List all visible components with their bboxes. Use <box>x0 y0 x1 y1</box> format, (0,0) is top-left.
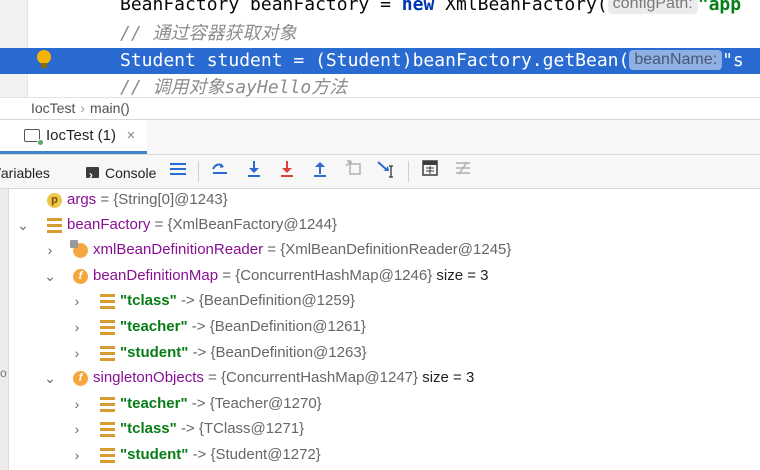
var-value: -> {BeanDefinition@1261} <box>191 318 366 335</box>
var-name: xmlBeanDefinitionReader <box>93 241 264 258</box>
code-text: BeanFactory beanFactory = <box>120 0 402 15</box>
map-entry-icon <box>100 346 115 361</box>
var-name: singletonObjects <box>93 369 204 386</box>
chevron-right-icon[interactable]: › <box>71 442 83 468</box>
var-size: size = 3 <box>422 369 475 386</box>
map-entry-icon <box>100 448 115 463</box>
chevron-down-icon[interactable]: ⌄ <box>17 212 29 238</box>
menu-icon[interactable] <box>167 160 189 182</box>
code-line-2[interactable]: // 通过容器获取对象 <box>0 21 760 47</box>
final-field-icon <box>70 240 88 258</box>
param-hint: configPath: <box>607 0 698 14</box>
chevron-down-icon[interactable]: ⌄ <box>44 263 56 289</box>
breadcrumb-separator: › <box>80 100 86 116</box>
code-text: XmlBeanFactory( <box>434 0 608 15</box>
debug-toolbar: /ariables Console <box>0 154 760 193</box>
map-entry-icon <box>100 320 115 335</box>
chevron-right-icon[interactable]: › <box>44 237 56 263</box>
var-value: = {XmlBeanFactory@1244} <box>154 216 337 233</box>
map-entry-icon <box>100 294 115 309</box>
var-name: beanDefinitionMap <box>93 267 219 284</box>
field-icon: f <box>73 371 88 386</box>
step-out-icon[interactable] <box>309 160 331 182</box>
local-variable-icon <box>47 218 62 233</box>
map-key: "teacher" <box>120 318 188 335</box>
var-name: beanFactory <box>67 216 151 233</box>
drop-frame-icon[interactable] <box>343 160 365 182</box>
step-over-icon[interactable] <box>243 160 265 182</box>
tab-label: IocTest (1) <box>46 127 117 144</box>
toolbar-divider <box>198 161 199 182</box>
toolbar-divider <box>408 161 409 182</box>
lightbulb-icon[interactable] <box>37 50 51 68</box>
chevron-right-icon[interactable]: › <box>71 314 83 340</box>
tab-console-label: Console <box>105 165 157 181</box>
map-entry-row[interactable]: › "student" -> {BeanDefinition@1263} <box>0 340 760 366</box>
var-value: -> {BeanDefinition@1259} <box>180 292 356 309</box>
tab-iotest-debug[interactable]: IocTest (1) × <box>0 120 148 154</box>
var-value: -> {BeanDefinition@1263} <box>192 344 367 361</box>
map-entry-row[interactable]: › "tclass" -> {TClass@1271} <box>0 416 760 442</box>
var-size: size = 3 <box>436 267 489 284</box>
code-comment: // 通过容器获取对象 <box>120 23 297 44</box>
variable-row-xmlbeandefinitionreader[interactable]: › xmlBeanDefinitionReader = {XmlBeanDefi… <box>0 237 760 263</box>
chevron-right-icon[interactable]: › <box>71 288 83 314</box>
code-editor[interactable]: BeanFactory beanFactory = new XmlBeanFac… <box>0 0 760 97</box>
map-key: "student" <box>120 344 189 361</box>
var-value: -> {Teacher@1270} <box>191 395 322 412</box>
evaluate-expression-icon[interactable] <box>419 160 441 182</box>
var-value: = {XmlBeanDefinitionReader@1245} <box>267 241 512 258</box>
string-literal: "app <box>697 0 742 15</box>
map-entry-row[interactable]: › "tclass" -> {BeanDefinition@1259} <box>0 288 760 314</box>
running-dot-icon <box>37 139 44 146</box>
param-hint: beanName: <box>629 50 723 70</box>
map-key: "tclass" <box>120 420 177 437</box>
parameter-icon: p <box>47 193 62 208</box>
chevron-right-icon[interactable]: › <box>71 340 83 366</box>
run-to-cursor-icon[interactable] <box>376 160 398 182</box>
breadcrumb-method[interactable]: main() <box>90 100 130 116</box>
map-entry-row[interactable]: › "teacher" -> {Teacher@1270} <box>0 391 760 417</box>
keyword-new: new <box>401 0 435 15</box>
field-icon: f <box>73 269 88 284</box>
trace-current-stream-icon[interactable] <box>452 160 474 182</box>
variable-row-beandefinitionmap[interactable]: ⌄ f beanDefinitionMap = {ConcurrentHashM… <box>0 263 760 289</box>
map-key: "teacher" <box>120 395 188 412</box>
map-entry-row[interactable]: › "student" -> {Student@1272} <box>0 442 760 468</box>
code-line-4[interactable]: // 调用对象sayHello方法 <box>0 75 760 97</box>
code-text: "s <box>722 50 744 71</box>
code-line-1[interactable]: BeanFactory beanFactory = new XmlBeanFac… <box>0 0 760 18</box>
var-value: -> {Student@1272} <box>192 446 321 463</box>
map-entry-icon <box>100 397 115 412</box>
var-value: = {ConcurrentHashMap@1246} <box>222 267 433 284</box>
breadcrumb-class[interactable]: IocTest <box>31 100 75 116</box>
code-line-3-current[interactable]: Student student = (Student)beanFactory.g… <box>0 48 760 74</box>
map-entry-row[interactable]: › "teacher" -> {BeanDefinition@1261} <box>0 314 760 340</box>
variable-row-beanfactory[interactable]: ⌄ beanFactory = {XmlBeanFactory@1244} <box>0 212 760 238</box>
chevron-right-icon[interactable]: › <box>71 391 83 417</box>
var-name: args <box>67 191 97 208</box>
breadcrumb: IocTest › main() <box>0 97 760 119</box>
tab-console[interactable]: Console <box>86 155 157 193</box>
variable-row-args[interactable]: p args = {String[0]@1243} <box>0 189 760 213</box>
map-key: "student" <box>120 446 189 463</box>
chevron-down-icon[interactable]: ⌄ <box>44 365 56 391</box>
variables-tree[interactable]: o p args = {String[0]@1243} ⌄ beanFactor… <box>0 189 760 470</box>
code-comment: // 调用对象sayHello方法 <box>120 77 348 97</box>
debug-tab-bar: IocTest (1) × <box>0 119 760 154</box>
var-value: -> {TClass@1271} <box>180 420 305 437</box>
var-value: = {ConcurrentHashMap@1247} <box>208 369 419 386</box>
var-value: = {String[0]@1243} <box>100 191 228 208</box>
close-icon[interactable]: × <box>126 120 135 152</box>
map-entry-icon <box>100 422 115 437</box>
console-icon <box>86 157 99 193</box>
code-text: Student student = (Student)beanFactory.g… <box>120 50 630 71</box>
chevron-right-icon[interactable]: › <box>71 416 83 442</box>
step-into-icon[interactable] <box>276 160 298 182</box>
show-execution-point-icon[interactable] <box>209 160 231 182</box>
tab-variables[interactable]: /ariables <box>0 155 50 188</box>
variable-row-singletonobjects[interactable]: ⌄ f singletonObjects = {ConcurrentHashMa… <box>0 365 760 391</box>
map-key: "tclass" <box>120 292 177 309</box>
